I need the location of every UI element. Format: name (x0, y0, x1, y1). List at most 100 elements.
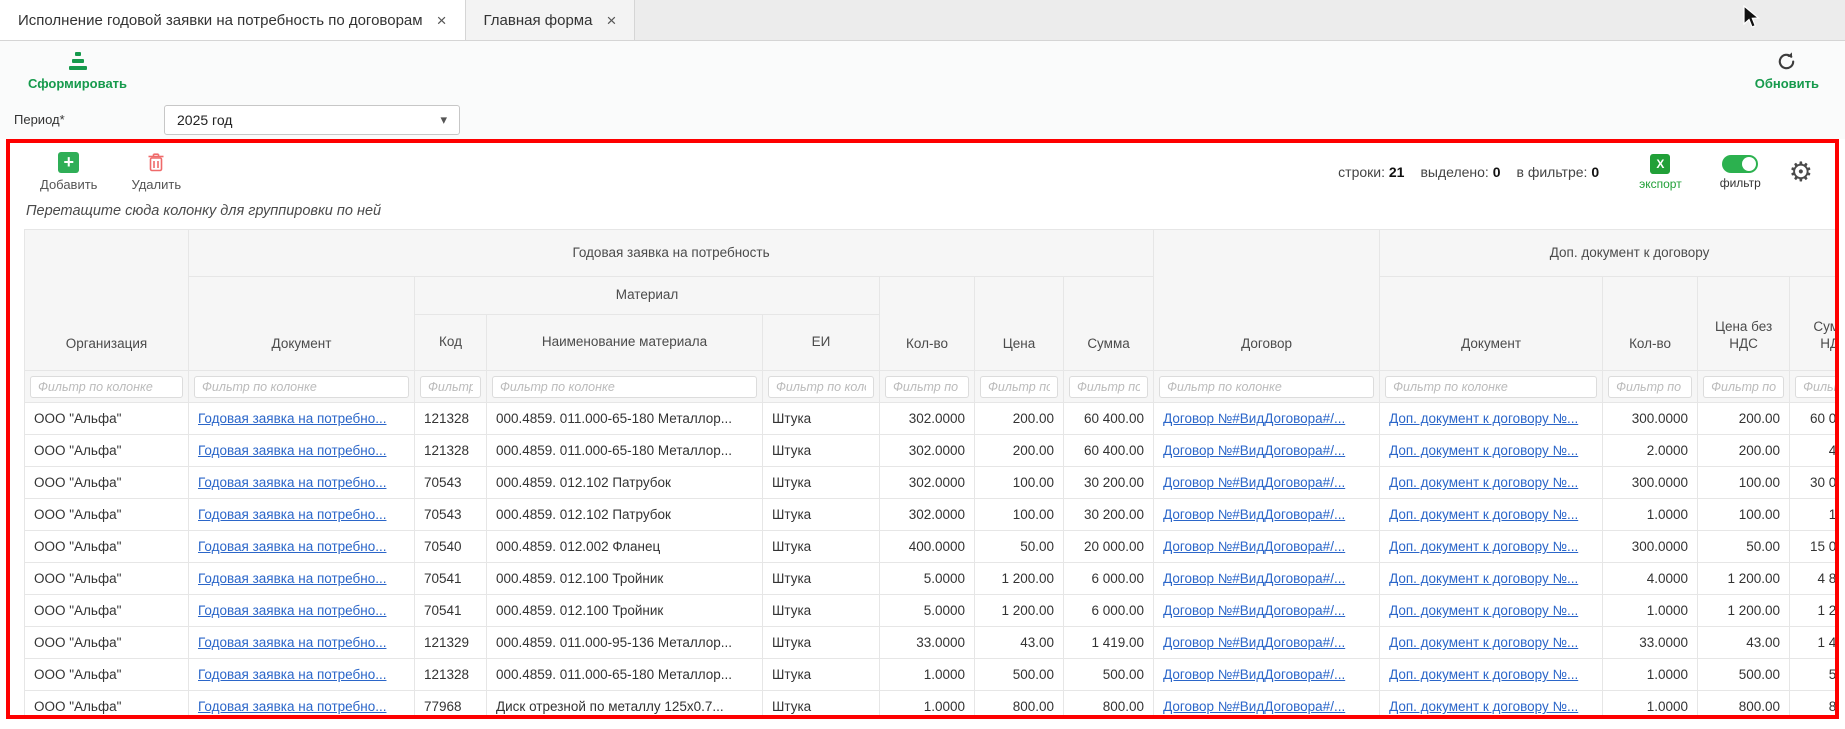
period-label: Период* (14, 112, 164, 127)
col-header-sum-vat[interactable]: Сумма НДС (1790, 277, 1835, 371)
cell-link-doc[interactable]: Годовая заявка на потребно... (198, 539, 386, 554)
col-header-material-name[interactable]: Наименование материала (487, 315, 763, 371)
top-toolbar-area: Сформировать Обновить Период* 2025 год ▾ (0, 41, 1845, 139)
cell-qty: 400.0000 (880, 531, 975, 563)
cell-link-doc[interactable]: Годовая заявка на потребно... (198, 411, 386, 426)
cell-link-doc2[interactable]: Доп. документ к договору №... (1389, 443, 1578, 458)
cell-link-doc2[interactable]: Доп. документ к договору №... (1389, 571, 1578, 586)
cell-doc2: Доп. документ к договору №... (1380, 435, 1603, 467)
cell-price2: 100.00 (1698, 467, 1790, 499)
cell-link-doc2[interactable]: Доп. документ к договору №... (1389, 699, 1578, 714)
cell-doc2: Доп. документ к договору №... (1380, 659, 1603, 691)
filter-input-contract[interactable] (1159, 376, 1374, 398)
cell-link-doc[interactable]: Годовая заявка на потребно... (198, 475, 386, 490)
period-row: Период* 2025 год ▾ (0, 100, 1845, 139)
filter-input-price-no-vat[interactable] (1703, 376, 1784, 398)
export-excel-button[interactable]: X экспорт (1639, 154, 1682, 191)
cell-link-doc2[interactable]: Доп. документ к договору №... (1389, 411, 1578, 426)
col-header-qty[interactable]: Кол-во (880, 277, 975, 371)
tab-main-form[interactable]: Главная форма × (466, 0, 636, 40)
filter-input-doc[interactable] (194, 376, 409, 398)
cell-sum2: 30 000.00 (1790, 467, 1835, 499)
filter-input-material[interactable] (492, 376, 757, 398)
add-label: Добавить (40, 177, 97, 192)
cell-qty: 1.0000 (880, 659, 975, 691)
delete-row-button[interactable]: Удалить (131, 152, 181, 192)
col-header-doc[interactable]: Документ (189, 277, 415, 371)
cell-link-contract[interactable]: Договор №#ВидДоговора#/... (1163, 411, 1345, 426)
filter-toggle[interactable]: фильтр (1720, 155, 1761, 190)
filter-input-sum[interactable] (1069, 376, 1148, 398)
cell-org: ООО "Альфа" (25, 627, 189, 659)
cell-link-doc2[interactable]: Доп. документ к договору №... (1389, 667, 1578, 682)
col-header-sum[interactable]: Сумма (1064, 277, 1154, 371)
cell-doc2: Доп. документ к договору №... (1380, 627, 1603, 659)
cell-material: 000.4859. 011.000-65-180 Металлор... (487, 435, 763, 467)
tab-close-icon[interactable]: × (606, 12, 616, 29)
cell-link-doc2[interactable]: Доп. документ к договору №... (1389, 539, 1578, 554)
cell-org: ООО "Альфа" (25, 435, 189, 467)
cell-link-doc2[interactable]: Доп. документ к договору №... (1389, 475, 1578, 490)
cell-link-doc2[interactable]: Доп. документ к договору №... (1389, 507, 1578, 522)
cell-qty2: 300.0000 (1603, 467, 1698, 499)
cell-code: 70541 (415, 563, 487, 595)
grid-toolbar: + Добавить Удалить строки: 21 выделено (10, 143, 1835, 201)
cell-price: 800.00 (975, 691, 1064, 720)
filter-input-doc2[interactable] (1385, 376, 1597, 398)
filter-input-code[interactable] (420, 376, 481, 398)
cell-link-doc2[interactable]: Доп. документ к договору №... (1389, 635, 1578, 650)
cell-link-contract[interactable]: Договор №#ВидДоговора#/... (1163, 699, 1345, 714)
cell-link-contract[interactable]: Договор №#ВидДоговора#/... (1163, 539, 1345, 554)
cell-price2: 50.00 (1698, 531, 1790, 563)
cell-link-doc[interactable]: Годовая заявка на потребно... (198, 507, 386, 522)
cell-link-doc[interactable]: Годовая заявка на потребно... (198, 603, 386, 618)
filter-input-qty2[interactable] (1608, 376, 1692, 398)
cell-link-contract[interactable]: Договор №#ВидДоговора#/... (1163, 571, 1345, 586)
filter-input-unit[interactable] (768, 376, 874, 398)
cell-unit: Штука (763, 691, 880, 720)
filtered-count-value: 0 (1591, 164, 1599, 180)
filter-input-sum-vat[interactable] (1795, 376, 1835, 398)
cell-link-doc[interactable]: Годовая заявка на потребно... (198, 699, 386, 714)
cell-link-doc[interactable]: Годовая заявка на потребно... (198, 667, 386, 682)
col-header-doc2[interactable]: Документ (1380, 277, 1603, 371)
cell-material: 000.4859. 012.102 Патрубок (487, 499, 763, 531)
col-header-price[interactable]: Цена (975, 277, 1064, 371)
filter-input-org[interactable] (30, 376, 183, 398)
tab-annual-request[interactable]: Исполнение годовой заявки на потребность… (0, 0, 466, 40)
cell-link-doc[interactable]: Годовая заявка на потребно... (198, 443, 386, 458)
cell-price2: 1 200.00 (1698, 563, 1790, 595)
filter-input-qty[interactable] (885, 376, 969, 398)
cell-doc: Годовая заявка на потребно... (189, 659, 415, 691)
gear-icon[interactable]: ⚙ (1789, 157, 1813, 188)
cell-unit: Штука (763, 403, 880, 435)
cell-link-contract[interactable]: Договор №#ВидДоговора#/... (1163, 667, 1345, 682)
filter-input-price[interactable] (980, 376, 1058, 398)
cell-org: ООО "Альфа" (25, 531, 189, 563)
col-header-price-no-vat[interactable]: Цена без НДС (1698, 277, 1790, 371)
cell-link-contract[interactable]: Договор №#ВидДоговора#/... (1163, 475, 1345, 490)
cell-link-doc[interactable]: Годовая заявка на потребно... (198, 635, 386, 650)
cell-link-contract[interactable]: Договор №#ВидДоговора#/... (1163, 635, 1345, 650)
add-row-button[interactable]: + Добавить (40, 152, 97, 192)
generate-button[interactable]: Сформировать (28, 51, 127, 91)
cell-link-contract[interactable]: Договор №#ВидДоговора#/... (1163, 507, 1345, 522)
cell-contract: Договор №#ВидДоговора#/... (1154, 627, 1380, 659)
cell-price: 1 200.00 (975, 563, 1064, 595)
cell-doc: Годовая заявка на потребно... (189, 627, 415, 659)
cell-doc2: Доп. документ к договору №... (1380, 499, 1603, 531)
cell-link-contract[interactable]: Договор №#ВидДоговора#/... (1163, 443, 1345, 458)
col-header-qty2[interactable]: Кол-во (1603, 277, 1698, 371)
cell-link-doc[interactable]: Годовая заявка на потребно... (198, 571, 386, 586)
period-select[interactable]: 2025 год ▾ (164, 105, 460, 135)
cell-link-contract[interactable]: Договор №#ВидДоговора#/... (1163, 603, 1345, 618)
col-header-org[interactable]: Организация (25, 230, 189, 371)
col-header-contract[interactable]: Договор (1154, 230, 1380, 371)
tab-close-icon[interactable]: × (437, 12, 447, 29)
refresh-button[interactable]: Обновить (1755, 50, 1819, 91)
col-header-unit[interactable]: ЕИ (763, 315, 880, 371)
table-row: ООО "Альфа"Годовая заявка на потребно...… (25, 563, 1836, 595)
cell-code: 121328 (415, 403, 487, 435)
cell-link-doc2[interactable]: Доп. документ к договору №... (1389, 603, 1578, 618)
col-header-code[interactable]: Код (415, 315, 487, 371)
